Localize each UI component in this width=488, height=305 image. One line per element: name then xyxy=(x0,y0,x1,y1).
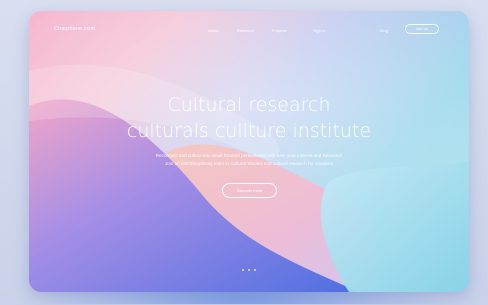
carousel-dots xyxy=(242,269,256,273)
join-button[interactable]: Join Us xyxy=(405,24,439,34)
site-logo[interactable]: Cinephane.com xyxy=(54,26,95,32)
hero-title-line-1: Cultural research xyxy=(167,94,331,116)
nav-link-blog[interactable]: Blog xyxy=(380,28,388,33)
carousel-dot[interactable] xyxy=(242,269,244,271)
top-navigation: Cinephane.com About Research Projects Si… xyxy=(29,11,469,49)
nav-link-research[interactable]: Research xyxy=(237,28,254,33)
discover-more-button[interactable]: Discover more xyxy=(222,183,277,198)
nav-link-about[interactable]: About xyxy=(208,28,218,33)
carousel-dot[interactable] xyxy=(248,269,250,271)
nav-link-sign-in[interactable]: Sign In xyxy=(313,28,325,33)
hero-subtitle-line-1: Reconnect and culture into small focused… xyxy=(155,153,343,158)
carousel-dot[interactable] xyxy=(254,269,256,271)
hero-title-line-2: culturals cullture institute xyxy=(126,120,372,142)
cyan-wave xyxy=(320,161,469,292)
website-screen: Cinephane.com About Research Projects Si… xyxy=(29,11,469,292)
nav-link-projects[interactable]: Projects xyxy=(272,28,286,33)
hero-subtitle-line-2: Join an interdisciplinary team in Cultur… xyxy=(164,161,334,166)
